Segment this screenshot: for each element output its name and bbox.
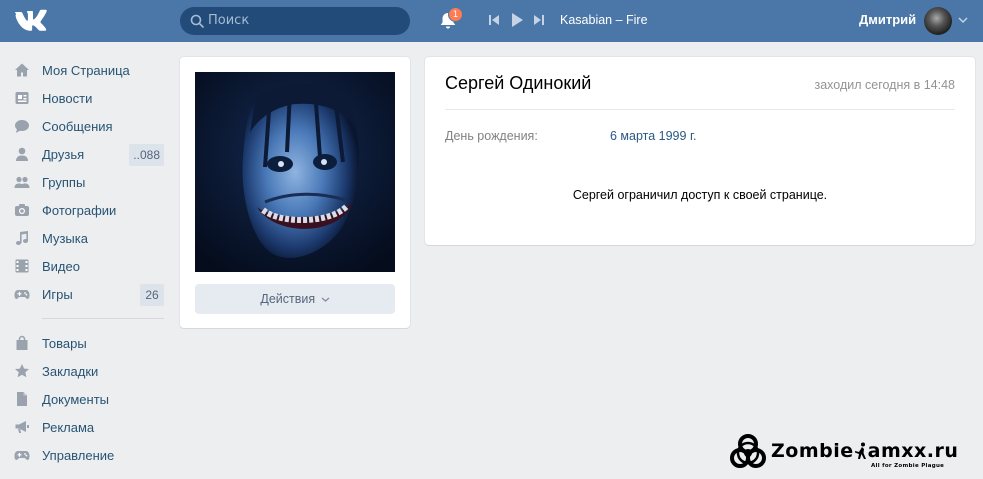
biohazard-icon — [730, 434, 766, 468]
next-track-icon[interactable] — [533, 13, 545, 27]
friends-count-badge: ..088 — [129, 144, 164, 166]
star-icon — [15, 364, 29, 378]
sidebar-item-video[interactable]: Видео — [14, 252, 168, 280]
sidebar-item-goods[interactable]: Товары — [14, 329, 168, 357]
gamepad-icon — [14, 451, 30, 460]
sidebar-item-bookmarks[interactable]: Закладки — [14, 357, 168, 385]
sidebar-item-label: Сообщения — [42, 118, 113, 134]
search-icon — [190, 14, 204, 28]
sidebar-item-ads[interactable]: Реклама — [14, 413, 168, 441]
sidebar-item-label: Реклама — [42, 419, 95, 435]
camera-icon — [15, 204, 29, 216]
birthday-value-link[interactable]: 6 марта 1999 г. — [610, 129, 696, 143]
soldier-icon — [855, 442, 866, 459]
games-icon — [14, 290, 30, 299]
sidebar-item-label: Моя Страница — [42, 62, 130, 78]
video-icon — [15, 259, 29, 273]
groups-icon — [14, 176, 30, 188]
sidebar-item-friends[interactable]: Друзья ..088 — [14, 140, 168, 168]
sidebar-item-label: Товары — [42, 335, 87, 351]
document-icon — [17, 392, 27, 406]
sidebar-item-label: Фотографии — [42, 202, 117, 218]
zombie-face-photo — [195, 72, 395, 272]
sidebar-item-messages[interactable]: Сообщения — [14, 112, 168, 140]
sidebar-divider — [42, 318, 164, 319]
sidebar-item-label: Документы — [42, 391, 110, 407]
profile-photo[interactable] — [195, 72, 395, 272]
sidebar-item-music[interactable]: Музыка — [14, 224, 168, 252]
messages-icon — [15, 120, 29, 133]
play-icon[interactable] — [510, 11, 524, 29]
games-count-badge: 26 — [140, 284, 164, 306]
ads-icon — [15, 421, 29, 433]
left-sidebar: Моя Страница Новости Сообщения Друзья ..… — [14, 56, 168, 469]
sidebar-item-label: Закладки — [42, 363, 99, 379]
sidebar-item-management[interactable]: Управление — [14, 441, 168, 469]
actions-button[interactable]: Действия — [195, 284, 395, 314]
sidebar-item-photos[interactable]: Фотографии — [14, 196, 168, 224]
friends-icon — [16, 147, 28, 161]
chevron-down-icon[interactable] — [958, 16, 968, 24]
sidebar-item-label: Управление — [42, 447, 115, 463]
home-icon — [15, 63, 29, 77]
vk-logo-icon[interactable] — [14, 9, 48, 33]
sidebar-item-label: Новости — [42, 90, 93, 106]
profile-name: Сергей Одинокий — [445, 73, 592, 93]
notification-badge: 1 — [448, 7, 463, 22]
now-playing-track[interactable]: Kasabian – Fire — [560, 13, 648, 27]
profile-info-card: Сергей Одинокий заходил сегодня в 14:48 … — [425, 57, 975, 245]
watermark-subtitle: All for Zombie Plague — [871, 463, 945, 469]
sidebar-item-label: Музыка — [42, 230, 88, 246]
actions-label: Действия — [260, 292, 316, 306]
sidebar-item-label: Игры — [42, 286, 73, 302]
user-name[interactable]: Дмитрий — [859, 12, 916, 27]
sidebar-item-news[interactable]: Новости — [14, 84, 168, 112]
sidebar-item-label: Друзья — [42, 146, 85, 162]
watermark-logo: Zombie amxx.ru All for Zombie Plague — [727, 432, 967, 476]
profile-photo-card: Действия — [180, 57, 410, 328]
chevron-down-icon — [321, 297, 330, 303]
sidebar-item-groups[interactable]: Группы — [14, 168, 168, 196]
news-icon — [15, 92, 29, 104]
music-icon — [16, 231, 28, 245]
birthday-label: День рождения: — [445, 129, 538, 143]
last-seen-status: заходил сегодня в 14:48 — [814, 78, 955, 92]
previous-track-icon[interactable] — [488, 13, 500, 27]
search-field[interactable]: Поиск — [180, 7, 410, 35]
sidebar-item-games[interactable]: Игры 26 — [14, 280, 168, 308]
bag-icon — [16, 335, 28, 350]
user-avatar[interactable] — [924, 7, 952, 35]
sidebar-item-label: Видео — [42, 258, 80, 274]
top-header: Поиск 1 Kasabian – Fire Дмитрий — [0, 0, 983, 42]
watermark-text-right: amxx.ru — [867, 440, 959, 462]
restricted-access-message: Сергей ограничил доступ к своей странице… — [572, 188, 828, 202]
sidebar-item-my-page[interactable]: Моя Страница — [14, 56, 168, 84]
sidebar-item-documents[interactable]: Документы — [14, 385, 168, 413]
search-placeholder: Поиск — [208, 13, 250, 28]
divider — [445, 109, 955, 110]
sidebar-item-label: Группы — [42, 174, 86, 190]
watermark-text-left: Zombie — [771, 440, 854, 462]
